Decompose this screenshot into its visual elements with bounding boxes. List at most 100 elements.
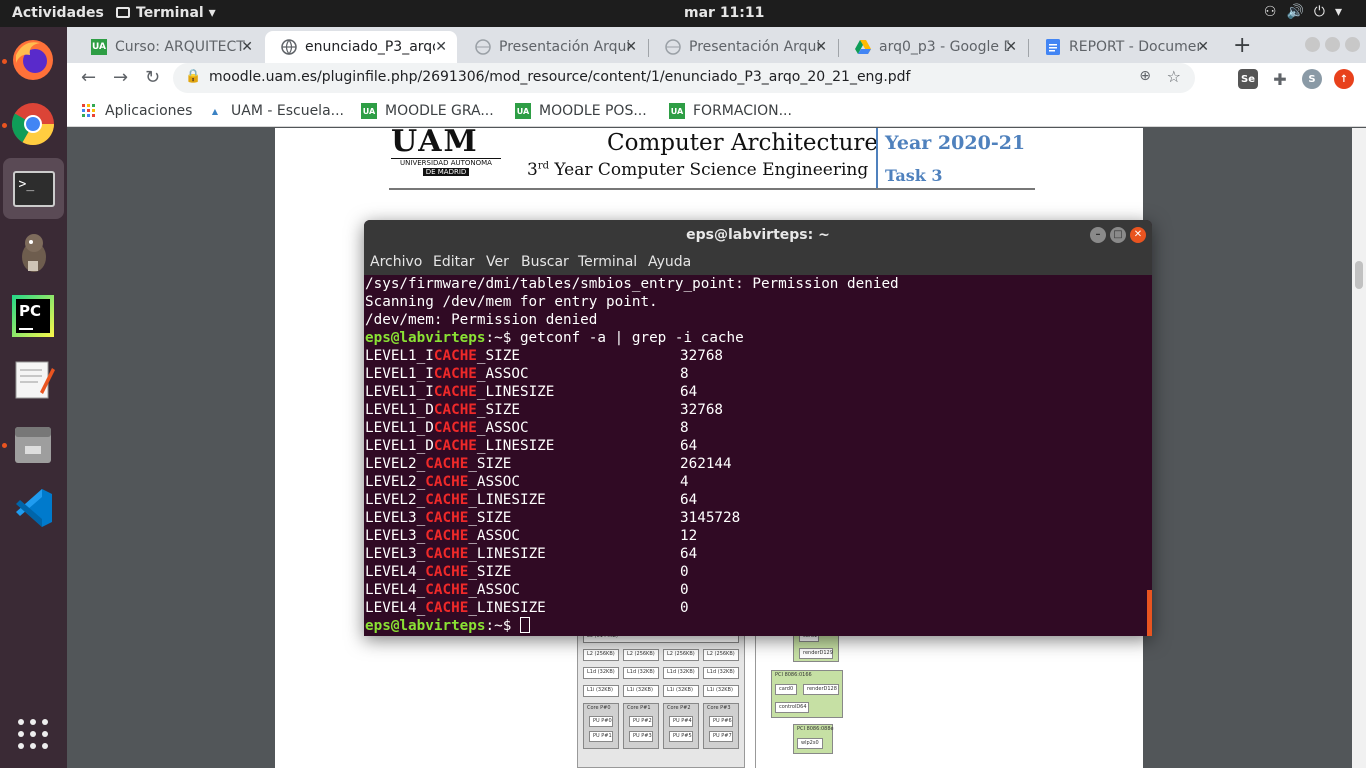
vscode-icon[interactable] [8,483,58,533]
tab-presentacion-1[interactable]: Presentación Arquitectura✕ [459,31,647,63]
terminal-scrollbar[interactable] [1147,590,1152,636]
menu-buscar[interactable]: Buscar [521,254,569,270]
clock[interactable]: mar 11:11 [684,5,764,21]
bookmark-apps[interactable]: Aplicaciones [81,103,192,119]
minimize-icon[interactable] [1305,37,1320,52]
config-key-match: CACHE [425,474,469,490]
apps-grid-icon [81,103,97,119]
close-tab-icon[interactable]: ✕ [625,39,637,55]
config-value: 0 [680,582,689,598]
text-editor-icon[interactable] [8,354,58,404]
volume-icon[interactable]: 🔊 [1286,4,1313,20]
menu-archivo[interactable]: Archivo [370,254,422,270]
zoom-icon[interactable]: ⊕ [1139,68,1151,84]
bookmark-uam-escuela[interactable]: ▲ UAM - Escuela... [207,103,344,119]
power-icon[interactable]: ⏻▾ [1314,4,1352,20]
pu-box: PU P#3 [629,731,653,742]
forward-icon[interactable]: → [113,67,128,88]
moodle-icon: UA [515,103,531,119]
firefox-icon[interactable] [8,35,58,85]
app-name: Terminal [136,5,204,21]
close-window-icon[interactable] [1345,37,1360,52]
tab-drive[interactable]: arq0_p3 - Google Drive✕ [839,31,1027,63]
profile-avatar[interactable]: S [1302,69,1322,89]
menu-editar[interactable]: Editar [433,254,474,270]
bookmark-label: MOODLE POS... [539,103,647,119]
close-icon[interactable]: ✕ [1130,227,1146,243]
gimp-icon[interactable] [8,227,58,277]
prompt-path: :~$ [485,618,512,634]
tab-enunciado[interactable]: enunciado_P3_arqo_20_21_eng.pdf✕ [265,31,457,63]
menu-ayuda[interactable]: Ayuda [648,254,691,270]
terminal-titlebar[interactable]: eps@labvirteps: ~ – □ ✕ [364,220,1152,250]
close-tab-icon[interactable]: ✕ [1005,39,1017,55]
scrollbar-thumb[interactable] [1355,261,1363,289]
cache-config-row: LEVEL1_DCACHE_ASSOC 8 [365,419,1145,437]
chrome-icon[interactable] [8,99,58,149]
cache-config-row: LEVEL2_CACHE_ASSOC 4 [365,473,1145,491]
maximize-icon[interactable]: □ [1110,227,1126,243]
bookmark-moodle-posgrado[interactable]: UA MOODLE POS... [515,103,647,119]
globe-icon [475,39,491,55]
close-tab-icon[interactable]: ✕ [815,39,827,55]
terminal-menubar: Archivo Editar Ver Buscar Terminal Ayuda [364,250,1152,275]
reload-icon[interactable]: ↻ [145,67,160,88]
close-tab-icon[interactable]: ✕ [1197,39,1209,55]
globe-icon [281,39,297,55]
close-tab-icon[interactable]: ✕ [435,39,447,55]
bookmark-moodle-grado[interactable]: UA MOODLE GRA... [361,103,494,119]
l1d-cache-box: L1d (32KB) [703,667,739,679]
tab-title: Presentación Arquitectura [499,39,629,55]
menu-ver[interactable]: Ver [486,254,509,270]
app-menu[interactable]: Terminal ▾ [116,5,216,21]
tab-presentacion-2[interactable]: Presentación Arquitectura✕ [649,31,837,63]
config-key-match: CACHE [425,564,469,580]
selenium-extension-icon[interactable]: Se [1238,69,1258,89]
update-menu-icon[interactable]: ↑ [1334,69,1354,89]
terminal-window[interactable]: eps@labvirteps: ~ – □ ✕ Archivo Editar V… [364,220,1152,636]
l2-cache-box: L2 (256KB) [583,649,619,661]
l2-cache-box: L2 (256KB) [623,649,659,661]
config-key-match: CACHE [433,348,477,364]
config-key-match: CACHE [433,438,477,454]
url-text[interactable]: moodle.uam.es/pluginfile.php/2691306/mod… [209,69,910,85]
cache-config-row: LEVEL1_ICACHE_ASSOC 8 [365,365,1145,383]
activities-button[interactable]: Actividades [12,5,104,21]
pycharm-icon[interactable]: PC [8,291,58,341]
pdf-title: Computer Architecture [607,130,879,156]
output-line: Scanning /dev/mem for entry point. [365,294,658,310]
lock-icon[interactable]: 🔒 [185,69,201,84]
config-key-match: CACHE [433,420,477,436]
extensions-puzzle-icon[interactable]: ✚ [1270,69,1290,89]
config-key-match: CACHE [425,600,469,616]
page-scrollbar[interactable] [1352,128,1366,768]
bookmarks-bar: Aplicaciones ▲ UAM - Escuela... UA MOODLE … [67,95,1366,127]
tab-report[interactable]: REPORT - Documentos✕ [1029,31,1219,63]
tab-title: REPORT - Documentos [1069,39,1199,55]
prompt-path: :~$ [485,330,512,346]
tab-curso[interactable]: UA Curso: ARQUITECTURA✕ [75,31,263,63]
files-icon[interactable] [8,419,58,469]
logo-subtext-2: DE MADRID [423,168,469,176]
minimize-icon[interactable]: – [1090,227,1106,243]
system-tray[interactable]: ⚇🔊⏻▾ [1264,4,1352,20]
close-tab-icon[interactable]: ✕ [241,39,253,55]
back-icon[interactable]: ← [81,67,96,88]
bookmark-star-icon[interactable]: ☆ [1167,67,1181,86]
config-value: 8 [680,366,689,382]
bookmark-formacion[interactable]: UA FORMACION... [669,103,792,119]
app-grid-icon[interactable] [8,709,58,759]
maximize-icon[interactable] [1325,37,1340,52]
config-value: 64 [680,492,698,508]
new-tab-button[interactable]: + [1233,33,1251,58]
running-indicator [2,123,7,128]
address-bar[interactable]: 🔒 moodle.uam.es/pluginfile.php/2691306/m… [173,63,1195,93]
menu-terminal[interactable]: Terminal [578,254,637,270]
terminal-output[interactable]: /sys/firmware/dmi/tables/smbios_entry_po… [365,275,1145,636]
accessibility-icon[interactable]: ⚇ [1264,4,1287,20]
cache-config-row: LEVEL2_CACHE_LINESIZE 64 [365,491,1145,509]
config-key-match: CACHE [433,402,477,418]
pci-device-box: controlD64 [775,702,809,713]
config-key-suffix: _LINESIZE [476,438,555,454]
terminal-icon[interactable]: >_ [3,158,64,219]
